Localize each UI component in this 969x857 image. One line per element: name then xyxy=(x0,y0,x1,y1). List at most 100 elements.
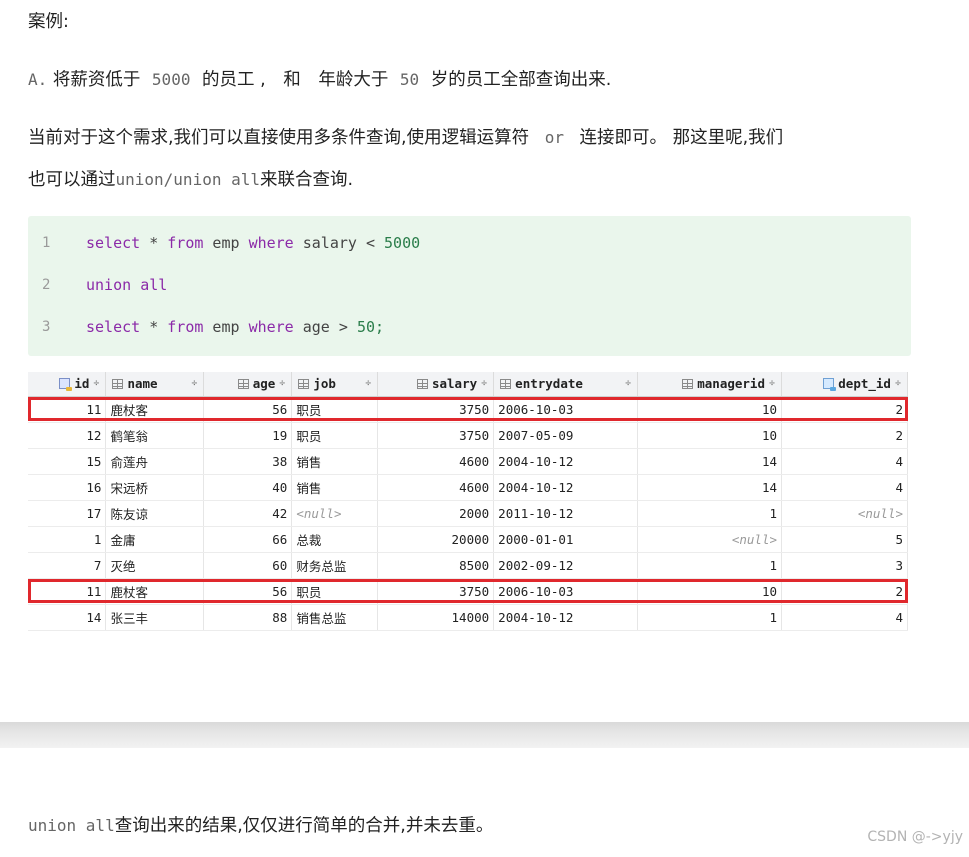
cell-job[interactable]: 财务总监 xyxy=(291,552,379,579)
cell-managerid[interactable]: <null> xyxy=(637,526,783,553)
cell-id[interactable]: 7 xyxy=(28,552,107,579)
sort-icon[interactable]: ÷ xyxy=(769,378,775,389)
cell-dept-id[interactable]: 4 xyxy=(781,604,908,631)
cell-dept-id[interactable]: 2 xyxy=(781,578,908,605)
cell-salary[interactable]: 20000 xyxy=(377,526,495,553)
cell-name[interactable]: 金庸 xyxy=(105,526,205,553)
column-header-salary[interactable]: salary ÷ xyxy=(377,372,495,397)
cell-id[interactable]: 15 xyxy=(28,448,107,475)
column-header-dept-id[interactable]: dept_id ÷ xyxy=(781,372,908,397)
cell-id[interactable]: 14 xyxy=(28,604,107,631)
cell-managerid[interactable]: 10 xyxy=(637,578,783,605)
footer-text: 查询出来的结果,仅仅进行简单的合并,并未去重。 xyxy=(114,816,494,836)
cell-entrydate[interactable]: 2000-01-01 xyxy=(493,526,639,553)
cell-salary[interactable]: 14000 xyxy=(377,604,495,631)
cell-job[interactable]: 职员 xyxy=(291,578,379,605)
table-row[interactable]: 16 宋远桥 40 销售 4600 2004-10-12 14 4 xyxy=(28,474,908,501)
table-row[interactable]: 14 张三丰 88 销售总监 14000 2004-10-12 1 4 xyxy=(28,604,908,631)
code-text: salary < xyxy=(293,234,385,252)
cell-age[interactable]: 19 xyxy=(203,422,293,449)
cell-salary[interactable]: 3750 xyxy=(377,422,495,449)
cell-job[interactable]: 销售 xyxy=(291,474,379,501)
cell-name[interactable]: 张三丰 xyxy=(105,604,205,631)
cell-entrydate[interactable]: 2002-09-12 xyxy=(493,552,639,579)
column-header-id[interactable]: id ÷ xyxy=(28,372,107,397)
cell-entrydate[interactable]: 2011-10-12 xyxy=(493,500,639,527)
cell-entrydate[interactable]: 2004-10-12 xyxy=(493,604,639,631)
code-text: * xyxy=(140,234,168,252)
sort-icon[interactable]: ÷ xyxy=(365,378,371,389)
cell-name[interactable]: 俞莲舟 xyxy=(105,448,205,475)
cell-dept-id[interactable]: 2 xyxy=(781,396,908,423)
cell-managerid[interactable]: 10 xyxy=(637,422,783,449)
cell-salary[interactable]: 2000 xyxy=(377,500,495,527)
sort-icon[interactable]: ÷ xyxy=(895,378,901,389)
cell-job[interactable]: 销售 xyxy=(291,448,379,475)
table-row[interactable]: 7 灭绝 60 财务总监 8500 2002-09-12 1 3 xyxy=(28,552,908,579)
cell-managerid[interactable]: 14 xyxy=(637,448,783,475)
cell-job[interactable]: <null> xyxy=(291,500,379,527)
cell-age[interactable]: 40 xyxy=(203,474,293,501)
cell-job[interactable]: 总裁 xyxy=(291,526,379,553)
cell-dept-id[interactable]: 5 xyxy=(781,526,908,553)
cell-name[interactable]: 鹤笔翁 xyxy=(105,422,205,449)
cell-name[interactable]: 陈友谅 xyxy=(105,500,205,527)
table-row[interactable]: 11 鹿杖客 56 职员 3750 2006-10-03 10 2 xyxy=(28,578,908,605)
column-header-entrydate[interactable]: entrydate ÷ xyxy=(493,372,639,397)
cell-salary[interactable]: 4600 xyxy=(377,474,495,501)
cell-name[interactable]: 鹿杖客 xyxy=(105,578,205,605)
cell-age[interactable]: 66 xyxy=(203,526,293,553)
cell-dept-id[interactable]: 4 xyxy=(781,474,908,501)
sort-icon[interactable]: ÷ xyxy=(191,378,197,389)
cell-name[interactable]: 灭绝 xyxy=(105,552,205,579)
cell-job[interactable]: 销售总监 xyxy=(291,604,379,631)
sort-icon[interactable]: ÷ xyxy=(625,378,631,389)
cell-managerid[interactable]: 1 xyxy=(637,552,783,579)
column-header-job[interactable]: job ÷ xyxy=(291,372,379,397)
cell-dept-id[interactable]: 2 xyxy=(781,422,908,449)
cell-entrydate[interactable]: 2006-10-03 xyxy=(493,396,639,423)
cell-dept-id[interactable]: <null> xyxy=(781,500,908,527)
cell-dept-id[interactable]: 3 xyxy=(781,552,908,579)
column-header-name[interactable]: name ÷ xyxy=(105,372,205,397)
cell-age[interactable]: 38 xyxy=(203,448,293,475)
column-header-managerid[interactable]: managerid ÷ xyxy=(637,372,783,397)
cell-age[interactable]: 88 xyxy=(203,604,293,631)
table-row[interactable]: 11 鹿杖客 56 职员 3750 2006-10-03 10 2 xyxy=(28,396,908,423)
cell-salary[interactable]: 8500 xyxy=(377,552,495,579)
cell-id[interactable]: 1 xyxy=(28,526,107,553)
cell-entrydate[interactable]: 2006-10-03 xyxy=(493,578,639,605)
cell-salary[interactable]: 3750 xyxy=(377,396,495,423)
cell-age[interactable]: 56 xyxy=(203,396,293,423)
cell-managerid[interactable]: 1 xyxy=(637,500,783,527)
table-row[interactable]: 15 俞莲舟 38 销售 4600 2004-10-12 14 4 xyxy=(28,448,908,475)
cell-id[interactable]: 12 xyxy=(28,422,107,449)
cell-age[interactable]: 60 xyxy=(203,552,293,579)
cell-id[interactable]: 11 xyxy=(28,396,107,423)
cell-id[interactable]: 17 xyxy=(28,500,107,527)
table-row[interactable]: 1 金庸 66 总裁 20000 2000-01-01 <null> 5 xyxy=(28,526,908,553)
cell-job[interactable]: 职员 xyxy=(291,422,379,449)
sort-icon[interactable]: ÷ xyxy=(279,378,285,389)
cell-age[interactable]: 42 xyxy=(203,500,293,527)
cell-entrydate[interactable]: 2004-10-12 xyxy=(493,474,639,501)
cell-salary[interactable]: 4600 xyxy=(377,448,495,475)
sort-icon[interactable]: ÷ xyxy=(93,378,99,389)
cell-salary[interactable]: 3750 xyxy=(377,578,495,605)
table-row[interactable]: 12 鹤笔翁 19 职员 3750 2007-05-09 10 2 xyxy=(28,422,908,449)
column-header-age[interactable]: age ÷ xyxy=(203,372,293,397)
sort-icon[interactable]: ÷ xyxy=(481,378,487,389)
cell-entrydate[interactable]: 2004-10-12 xyxy=(493,448,639,475)
cell-dept-id[interactable]: 4 xyxy=(781,448,908,475)
cell-managerid[interactable]: 10 xyxy=(637,396,783,423)
cell-managerid[interactable]: 1 xyxy=(637,604,783,631)
cell-job[interactable]: 职员 xyxy=(291,396,379,423)
cell-id[interactable]: 16 xyxy=(28,474,107,501)
cell-age[interactable]: 56 xyxy=(203,578,293,605)
cell-managerid[interactable]: 14 xyxy=(637,474,783,501)
table-row[interactable]: 17 陈友谅 42 <null> 2000 2011-10-12 1 <null> xyxy=(28,500,908,527)
cell-name[interactable]: 宋远桥 xyxy=(105,474,205,501)
cell-name[interactable]: 鹿杖客 xyxy=(105,396,205,423)
cell-entrydate[interactable]: 2007-05-09 xyxy=(493,422,639,449)
cell-id[interactable]: 11 xyxy=(28,578,107,605)
